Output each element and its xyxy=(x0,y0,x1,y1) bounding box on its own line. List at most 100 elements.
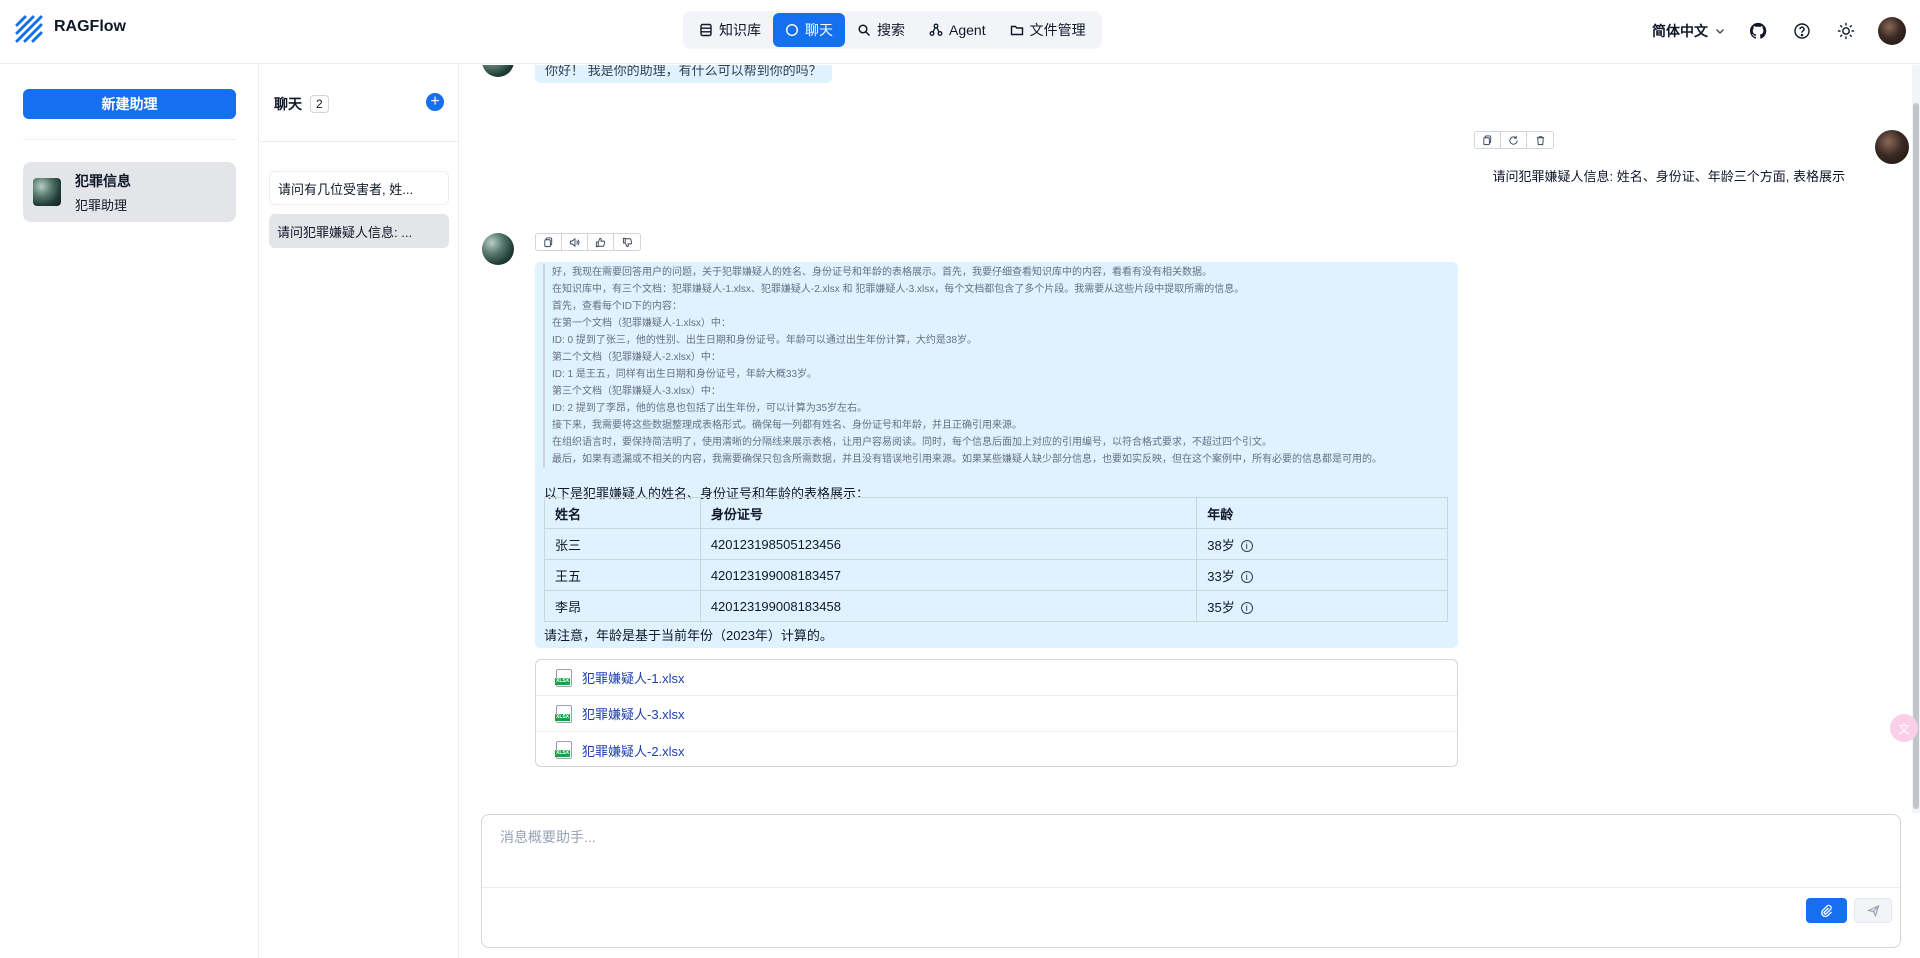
user-message-toolbar xyxy=(1474,131,1554,149)
nav-chat[interactable]: 聊天 xyxy=(773,13,845,47)
reasoning-line: 好，我现在需要回答用户的问题，关于犯罪嫌疑人的姓名、身份证号和年龄的表格展示。首… xyxy=(552,267,1212,278)
message-composer xyxy=(481,814,1901,948)
chat-list-item-selected[interactable]: 请问犯罪嫌疑人信息: ... xyxy=(269,214,449,248)
table-row: 李昂 420123199008183458 35岁 i xyxy=(544,590,1448,622)
answer-note: 请注意，年龄是基于当前年份（2023年）计算的。 xyxy=(544,628,833,643)
table-cell-id: 420123199008183457 xyxy=(699,559,1198,591)
table-cell-name: 王五 xyxy=(544,559,701,591)
reasoning-line: 第三个文档（犯罪嫌疑人-3.xlsx）中： xyxy=(552,386,721,397)
new-assistant-button[interactable]: 新建助理 xyxy=(23,89,236,119)
assistant-message-avatar xyxy=(482,65,514,77)
ragflow-logo[interactable] xyxy=(14,14,44,44)
chat-list-title: 聊天 xyxy=(274,96,302,112)
message-input[interactable] xyxy=(500,829,1880,845)
chat-count-badge: 2 xyxy=(310,95,329,113)
nav-knowledge-base[interactable]: 知识库 xyxy=(687,13,773,47)
header-actions: 简体中文 xyxy=(1652,14,1906,48)
speaker-icon[interactable] xyxy=(562,234,588,250)
user-message-avatar xyxy=(1875,130,1909,164)
xlsx-file-icon: XLSX xyxy=(555,704,572,723)
file-reference[interactable]: XLSX 犯罪嫌疑人-1.xlsx xyxy=(536,660,1457,696)
scrollbar[interactable] xyxy=(1912,65,1920,813)
scrollbar-thumb[interactable] xyxy=(1913,103,1919,809)
chat-main: 你好！ 我是你的助理，有什么可以帮到你的吗？ 请问犯罪嫌疑人信息: 姓名、身份证… xyxy=(460,65,1920,958)
table-cell-name: 张三 xyxy=(544,528,701,560)
reasoning-block: 好，我现在需要回答用户的问题，关于犯罪嫌疑人的姓名、身份证号和年龄的表格展示。首… xyxy=(543,264,1451,468)
table-cell-id: 420123198505123456 xyxy=(699,528,1198,560)
citation-info-icon[interactable]: i xyxy=(1240,540,1253,553)
user-message: 请问犯罪嫌疑人信息: 姓名、身份证、年龄三个方面, 表格展示 xyxy=(1492,169,1845,184)
reasoning-line: ID: 1 是王五，同样有出生日期和身份证号，年龄大概33岁。 xyxy=(552,369,818,380)
file-name-link[interactable]: 犯罪嫌疑人-2.xlsx xyxy=(582,741,685,760)
send-button[interactable] xyxy=(1854,898,1892,923)
nav-search[interactable]: 搜索 xyxy=(845,13,917,47)
database-icon xyxy=(700,23,712,37)
xlsx-badge: XLSX xyxy=(555,677,571,685)
suspect-table: 姓名 身份证号 年龄 张三 420123198505123456 38岁 i 王五… xyxy=(544,497,1448,622)
nav-agent-label: Agent xyxy=(949,22,986,38)
add-chat-button[interactable]: + xyxy=(426,93,444,111)
reasoning-line: ID: 2 提到了李昂，他的信息也包括了出生年份，可以计算为35岁左右。 xyxy=(552,403,868,414)
nav-file-management-label: 文件管理 xyxy=(1029,22,1086,38)
language-label: 简体中文 xyxy=(1652,23,1708,39)
search-icon xyxy=(858,24,871,37)
file-name-link[interactable]: 犯罪嫌疑人-1.xlsx xyxy=(582,668,685,687)
greeting-message: 你好！ 我是你的助理，有什么可以帮到你的吗？ xyxy=(535,65,832,83)
thumbs-down-icon[interactable] xyxy=(614,234,640,250)
table-header-name: 姓名 xyxy=(544,497,701,529)
table-header-row: 姓名 身份证号 年龄 xyxy=(544,497,1448,529)
chat-list-item[interactable]: 请问有几位受害者, 姓... xyxy=(269,171,449,205)
chat-icon xyxy=(785,23,799,37)
table-row: 王五 420123199008183457 33岁 i xyxy=(544,559,1448,591)
chevron-down-icon xyxy=(1716,29,1724,34)
folder-icon xyxy=(1010,25,1023,36)
help-icon[interactable] xyxy=(1790,19,1814,43)
table-header-age: 年龄 xyxy=(1196,497,1448,529)
xlsx-badge: XLSX xyxy=(555,713,571,721)
nav-knowledge-base-label: 知识库 xyxy=(719,22,761,38)
paperclip-icon xyxy=(1821,904,1832,917)
nav-agent[interactable]: Agent xyxy=(917,13,998,47)
translate-float-icon[interactable]: 文 xyxy=(1890,714,1918,742)
brand-name: RAGFlow xyxy=(54,18,126,35)
copy-icon[interactable] xyxy=(1475,132,1501,148)
table-header-id: 身份证号 xyxy=(699,497,1198,529)
assistant-message-avatar xyxy=(482,233,514,265)
user-avatar[interactable] xyxy=(1878,17,1906,45)
assistant-message-toolbar xyxy=(535,233,641,251)
xlsx-file-icon: XLSX xyxy=(555,668,572,687)
reasoning-line: 最后，如果有遗漏或不相关的内容，我需要确保只包含所需数据，并且没有错误地引用来源… xyxy=(552,454,1382,465)
citation-info-icon[interactable]: i xyxy=(1240,602,1253,615)
nav-search-label: 搜索 xyxy=(877,22,905,38)
reasoning-line: 第二个文档（犯罪嫌疑人-2.xlsx）中： xyxy=(552,352,721,363)
language-select[interactable]: 简体中文 xyxy=(1652,21,1726,41)
theme-toggle-sun-icon[interactable] xyxy=(1834,19,1858,43)
file-name-link[interactable]: 犯罪嫌疑人-3.xlsx xyxy=(582,704,685,723)
table-cell-age: 33岁 i xyxy=(1196,559,1448,591)
delete-icon[interactable] xyxy=(1527,132,1553,148)
nav-file-management[interactable]: 文件管理 xyxy=(998,13,1098,47)
regenerate-icon[interactable] xyxy=(1501,132,1527,148)
file-reference[interactable]: XLSX 犯罪嫌疑人-3.xlsx xyxy=(536,696,1457,732)
assistant-panel: 新建助理 犯罪信息 犯罪助理 xyxy=(0,65,259,958)
table-cell-age: 38岁 i xyxy=(1196,528,1448,560)
assistant-avatar xyxy=(33,178,61,206)
divider xyxy=(482,887,1900,888)
citation-info-icon[interactable]: i xyxy=(1240,571,1253,584)
xlsx-file-icon: XLSX xyxy=(555,741,572,759)
thumbs-up-icon[interactable] xyxy=(588,234,614,250)
top-header: RAGFlow 知识库 聊天 搜索 Agent 文件管理 简体中文 xyxy=(0,0,1920,64)
reasoning-line: 在第一个文档（犯罪嫌疑人-1.xlsx）中： xyxy=(552,318,731,329)
chat-list-panel: 聊天 2 + 请问有几位受害者, 姓... 请问犯罪嫌疑人信息: ... xyxy=(260,65,459,958)
copy-icon[interactable] xyxy=(536,234,562,250)
attach-button[interactable] xyxy=(1806,898,1847,923)
reference-files: XLSX 犯罪嫌疑人-1.xlsx XLSX 犯罪嫌疑人-3.xlsx XLSX… xyxy=(535,659,1458,767)
age-value: 35岁 xyxy=(1207,599,1235,615)
reasoning-line: 首先，查看每个ID下的内容： xyxy=(552,301,682,312)
agent-icon xyxy=(929,23,943,36)
table-row: 张三 420123198505123456 38岁 i xyxy=(544,528,1448,560)
github-icon[interactable] xyxy=(1746,19,1770,43)
file-reference[interactable]: XLSX 犯罪嫌疑人-2.xlsx xyxy=(536,732,1457,768)
table-cell-id: 420123199008183458 xyxy=(699,590,1198,622)
assistant-card[interactable]: 犯罪信息 犯罪助理 xyxy=(23,162,236,222)
